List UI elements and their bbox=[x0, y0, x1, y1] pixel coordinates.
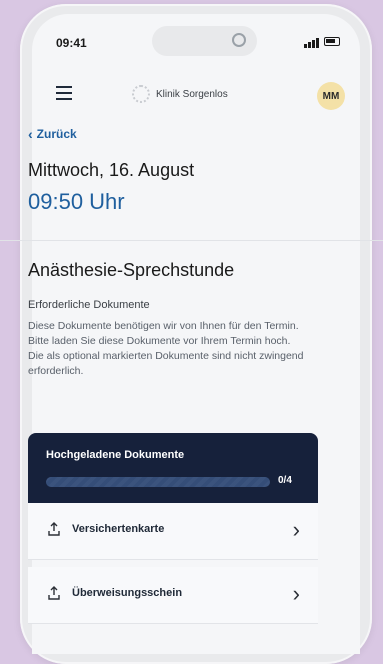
appointment-header: Mittwoch, 16. August 09:50 Uhr bbox=[28, 160, 194, 215]
back-button[interactable]: ‹ Zurück bbox=[28, 126, 77, 142]
status-bar: 09:41 bbox=[32, 14, 360, 70]
document-label: Versichertenkarte bbox=[72, 523, 165, 535]
hamburger-menu-icon[interactable] bbox=[56, 86, 72, 100]
document-item-ueberweisungsschein[interactable]: Überweisungsschein › bbox=[28, 567, 318, 624]
upload-progress-bar bbox=[46, 477, 270, 487]
logo-icon bbox=[132, 85, 150, 103]
chevron-left-icon: ‹ bbox=[28, 126, 33, 142]
upload-progress-fill bbox=[46, 477, 270, 487]
back-label: Zurück bbox=[36, 127, 77, 141]
document-item-versichertenkarte[interactable]: Versichertenkarte › bbox=[28, 503, 318, 560]
section-title: Anästhesie-Sprechstunde bbox=[28, 260, 235, 280]
camera-icon bbox=[232, 33, 246, 47]
section-description: Diese Dokumente benötigen wir von Ihnen … bbox=[28, 320, 304, 377]
clinic-logo: Klinik Sorgenlos bbox=[132, 84, 228, 104]
upload-icon bbox=[48, 522, 60, 536]
document-label: Überweisungsschein bbox=[72, 587, 183, 599]
appointment-time: 09:50 Uhr bbox=[28, 189, 125, 214]
upload-progress-count: 0/4 bbox=[278, 475, 292, 486]
app-header: Klinik Sorgenlos MM bbox=[32, 74, 360, 118]
chevron-right-icon: › bbox=[292, 581, 300, 606]
appointment-date: Mittwoch, 16. August bbox=[28, 160, 195, 180]
upload-card-title: Hochgeladene Dokumente bbox=[46, 449, 185, 461]
logo-text: Klinik Sorgenlos bbox=[156, 88, 228, 100]
avatar[interactable]: MM bbox=[317, 82, 345, 110]
upload-icon bbox=[48, 586, 60, 600]
divider bbox=[0, 240, 383, 241]
signal-icon bbox=[304, 38, 320, 48]
chevron-right-icon: › bbox=[292, 517, 300, 542]
section-subtitle: Erforderliche Dokumente bbox=[28, 299, 150, 311]
consultation-section: Anästhesie-Sprechstunde Erforderliche Do… bbox=[28, 260, 308, 379]
uploaded-documents-card: Hochgeladene Dokumente 0/4 bbox=[28, 433, 318, 503]
status-time: 09:41 bbox=[56, 36, 87, 50]
battery-icon bbox=[324, 37, 340, 46]
